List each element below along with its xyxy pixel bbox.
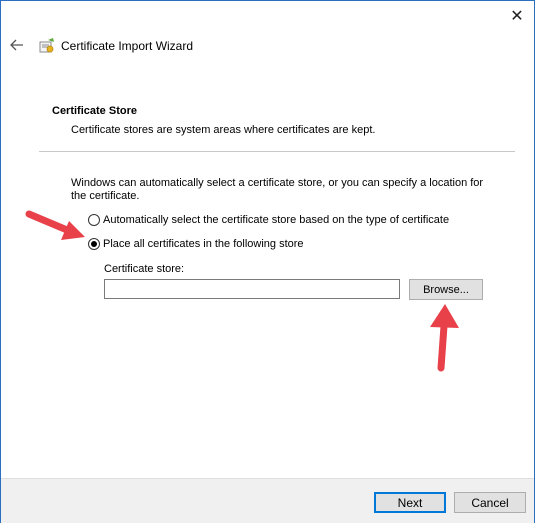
place-in-store-label: Place all certificates in the following … bbox=[103, 238, 304, 250]
certificate-import-wizard-window: ✕ Certificate Import Wizard Certificate … bbox=[0, 0, 535, 523]
section-title: Certificate Store bbox=[52, 105, 137, 117]
auto-select-label: Automatically select the certificate sto… bbox=[103, 214, 450, 226]
close-icon[interactable]: ✕ bbox=[508, 7, 526, 25]
place-in-store-radio[interactable] bbox=[88, 238, 100, 250]
divider bbox=[39, 151, 515, 152]
intro-text: Windows can automatically select a certi… bbox=[71, 177, 484, 202]
back-arrow-icon[interactable] bbox=[9, 37, 25, 53]
annotation-arrow-browse bbox=[430, 304, 459, 372]
annotation-arrow-radio bbox=[25, 210, 85, 240]
browse-button[interactable]: Browse... bbox=[409, 279, 483, 300]
auto-select-option[interactable]: Automatically select the certificate sto… bbox=[88, 214, 449, 226]
certificate-store-label: Certificate store: bbox=[104, 263, 185, 275]
next-button[interactable]: Next bbox=[374, 492, 446, 513]
place-in-store-option[interactable]: Place all certificates in the following … bbox=[88, 238, 304, 250]
wizard-title: Certificate Import Wizard bbox=[61, 39, 194, 53]
wizard-footer: Next Cancel bbox=[1, 478, 534, 523]
certificate-wizard-icon bbox=[39, 38, 54, 53]
auto-select-radio[interactable] bbox=[88, 214, 100, 226]
section-description: Certificate stores are system areas wher… bbox=[71, 124, 376, 136]
wizard-header: Certificate Import Wizard bbox=[1, 25, 534, 70]
certificate-store-input[interactable] bbox=[104, 279, 400, 299]
cancel-button[interactable]: Cancel bbox=[454, 492, 526, 513]
